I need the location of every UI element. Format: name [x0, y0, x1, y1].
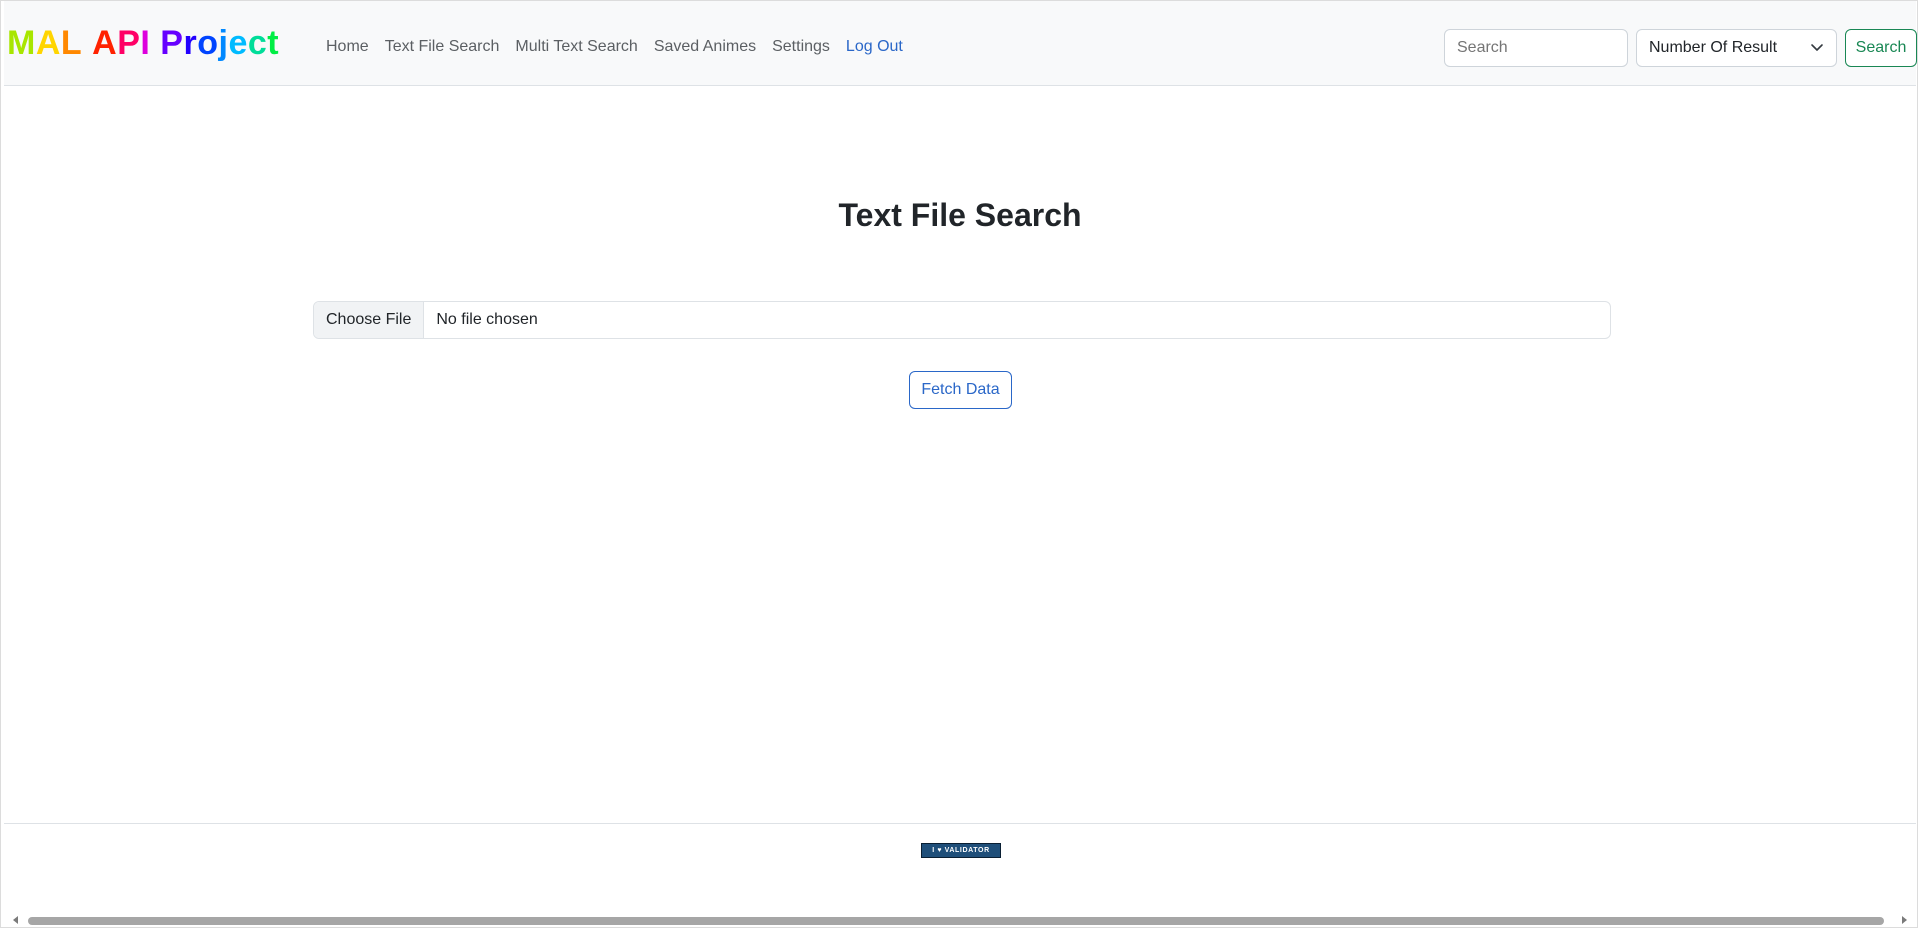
- browser-viewport: MAL API Project Home Text File Search Mu…: [0, 0, 1918, 928]
- scroll-right-arrow-icon[interactable]: [1900, 916, 1908, 924]
- brand-letter: o: [197, 24, 219, 62]
- number-of-result-select[interactable]: Number Of Result: [1636, 29, 1837, 67]
- nav-link-settings[interactable]: Settings: [772, 37, 830, 57]
- select-value: Number Of Result: [1649, 39, 1778, 56]
- brand-letter: P: [160, 24, 184, 62]
- brand-letter: r: [183, 24, 198, 62]
- nav-link-home[interactable]: Home: [326, 37, 369, 57]
- chevron-down-icon: [1811, 44, 1823, 51]
- brand-letter: [150, 23, 160, 63]
- brand-letter: I: [140, 24, 151, 62]
- file-status: No file chosen: [436, 311, 538, 328]
- brand-letter: L: [60, 24, 83, 62]
- scroll-left-arrow-icon[interactable]: [12, 916, 20, 924]
- page-title: Text File Search: [838, 197, 1082, 233]
- choose-file-button[interactable]: Choose File: [314, 302, 425, 338]
- brand-letter: P: [117, 24, 141, 62]
- brand-letter: M: [7, 24, 36, 62]
- validator-badge[interactable]: I ♥ VALIDATOR: [921, 843, 1001, 858]
- brand-letter: t: [267, 24, 280, 62]
- navbar: MAL API Project Home Text File Search Mu…: [4, 1, 1917, 86]
- scrollbar-thumb[interactable]: [28, 917, 1884, 925]
- nav-link-log-out[interactable]: Log Out: [846, 37, 903, 57]
- fetch-data-button[interactable]: Fetch Data: [909, 371, 1012, 409]
- page: MAL API Project Home Text File Search Mu…: [4, 1, 1917, 927]
- brand-letter: [82, 23, 92, 63]
- brand-letter: A: [35, 24, 61, 62]
- brand-letter: j: [218, 24, 229, 62]
- brand-letter: A: [92, 24, 118, 62]
- footer-divider: [4, 823, 1916, 824]
- horizontal-scrollbar[interactable]: [4, 912, 1916, 927]
- nav-links: Home Text File Search Multi Text Search …: [326, 37, 919, 57]
- search-button[interactable]: Search: [1845, 29, 1917, 67]
- brand-letter: e: [228, 24, 248, 62]
- search-input[interactable]: [1444, 29, 1628, 67]
- brand-logo[interactable]: MAL API Project: [7, 23, 279, 63]
- brand-letter: c: [247, 24, 268, 62]
- nav-link-text-file-search[interactable]: Text File Search: [385, 37, 500, 57]
- file-input[interactable]: Choose File No file chosen: [313, 301, 1611, 339]
- nav-link-multi-text-search[interactable]: Multi Text Search: [515, 37, 637, 57]
- nav-link-saved-animes[interactable]: Saved Animes: [654, 37, 756, 57]
